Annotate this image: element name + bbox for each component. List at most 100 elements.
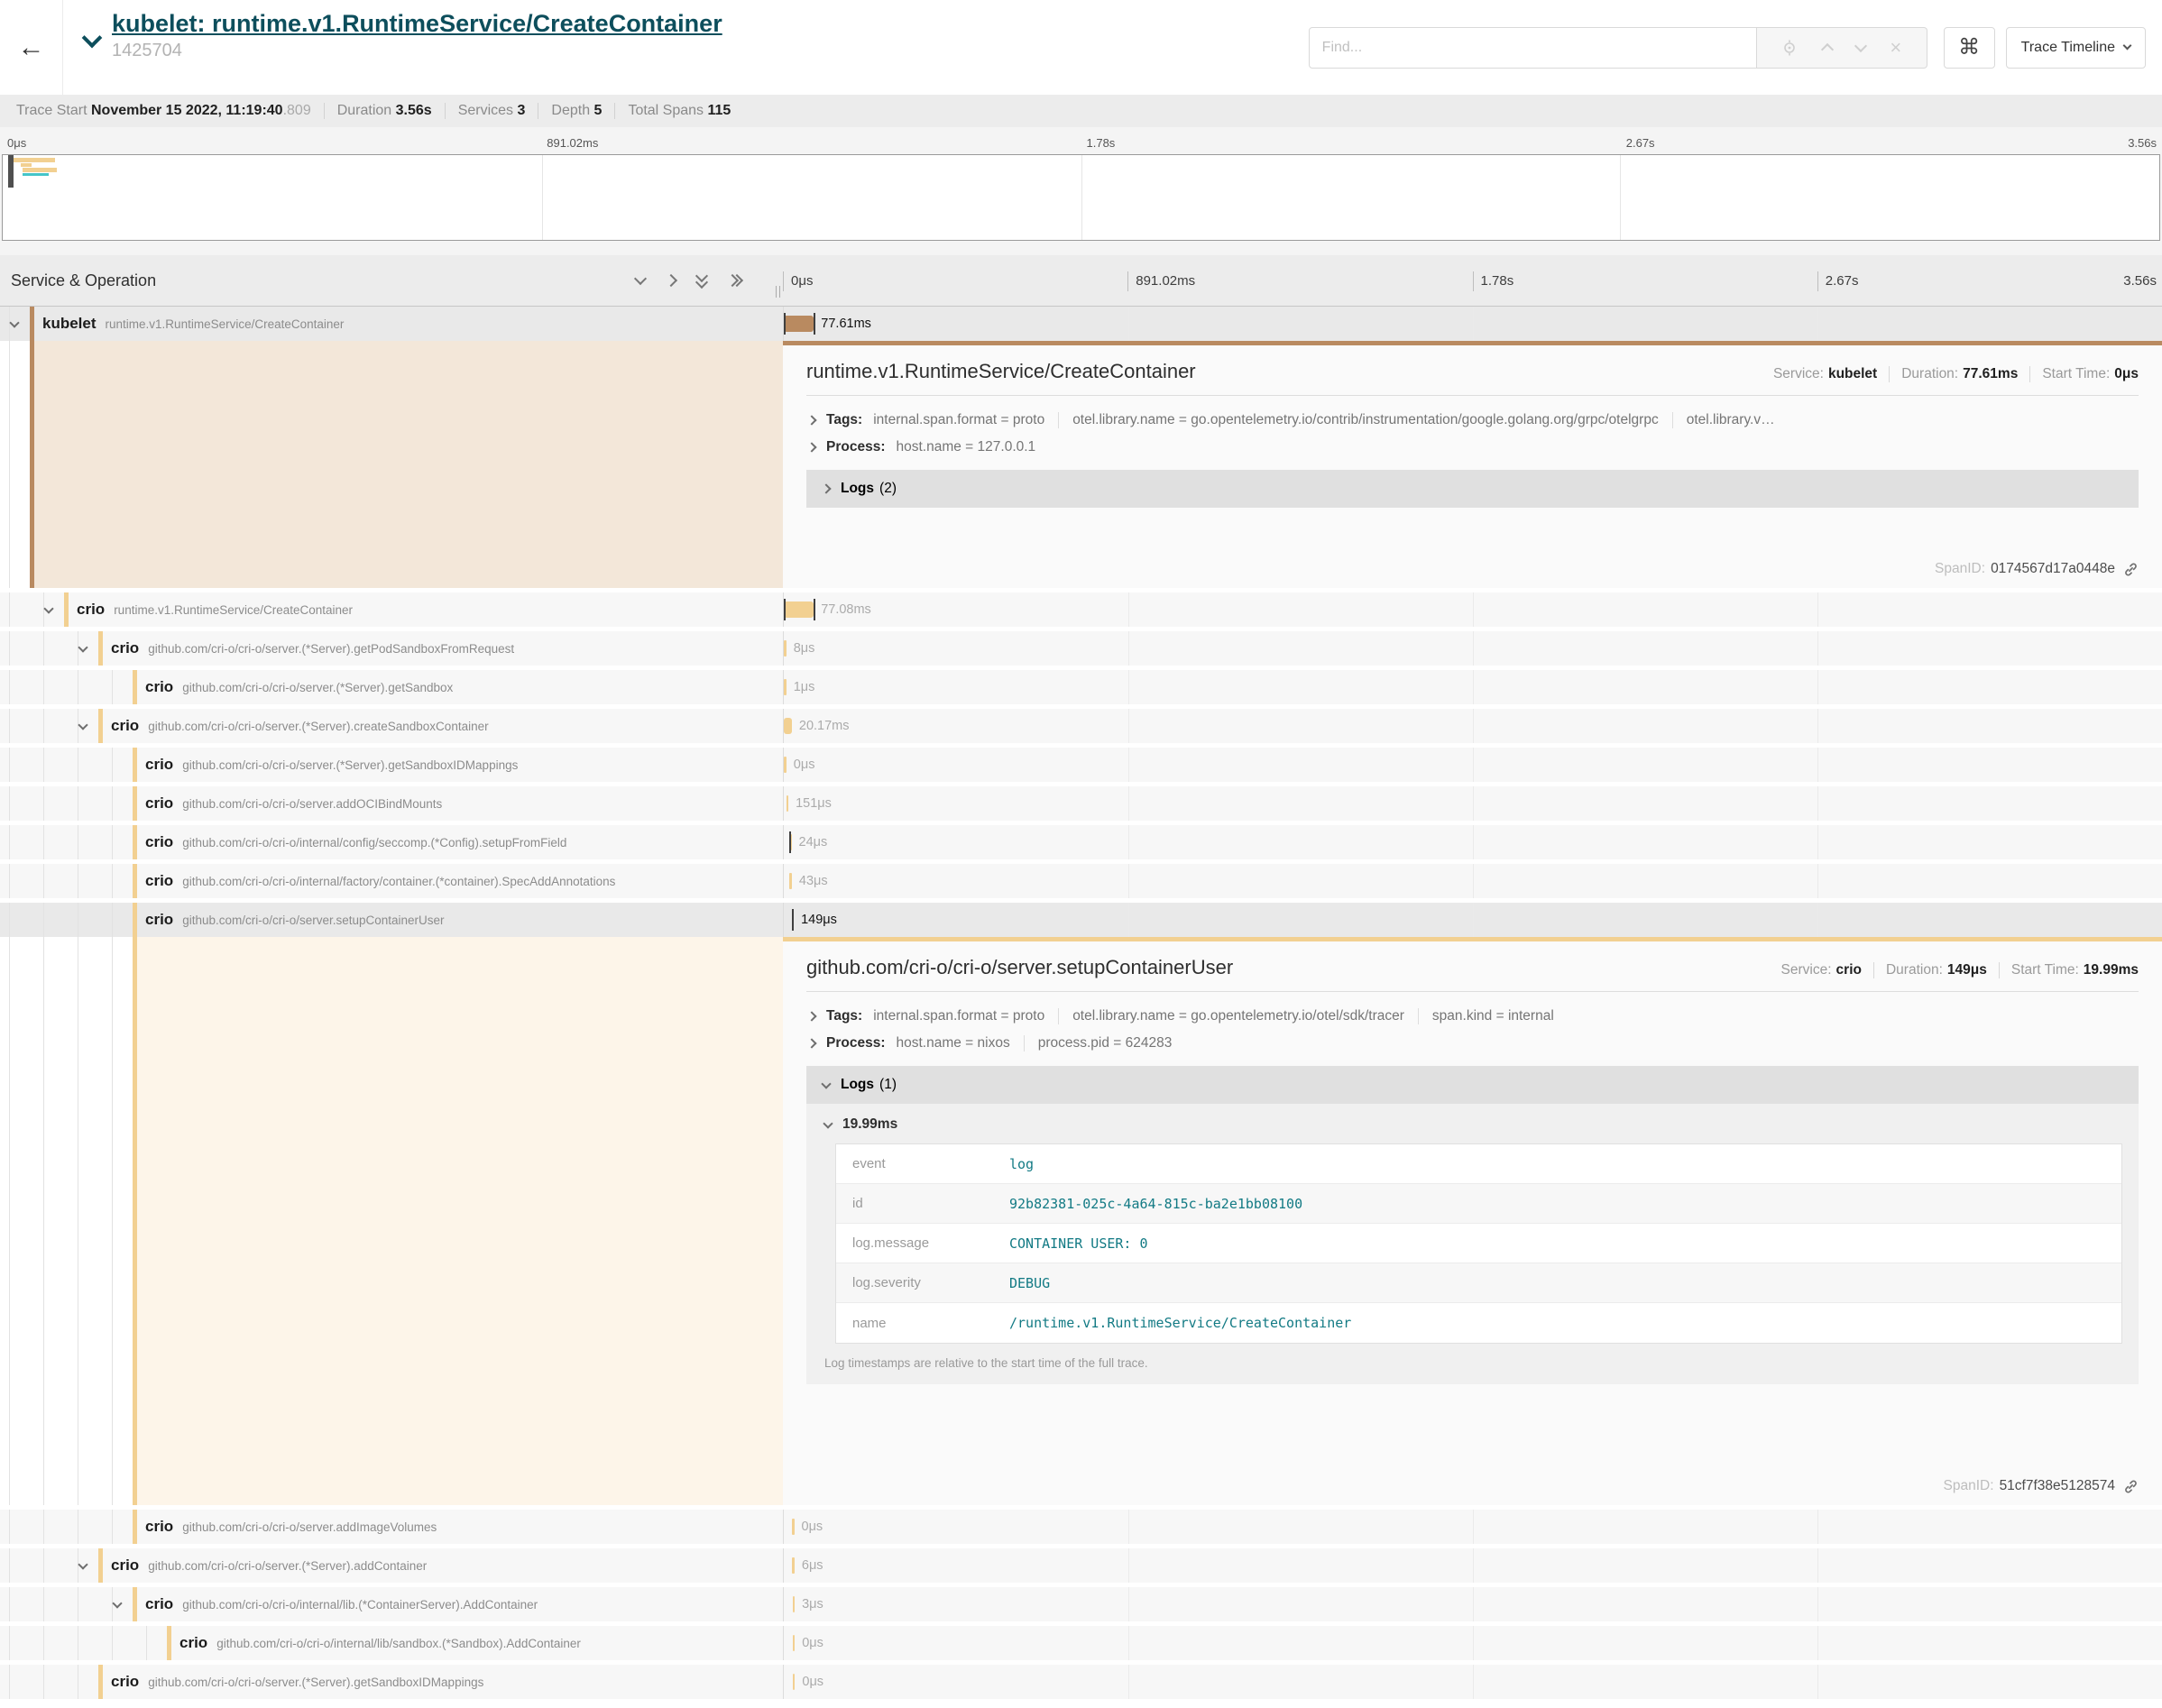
tags-row[interactable]: Tags:internal.span.format = protootel.li… [806, 1008, 2139, 1024]
span-timeline-cell[interactable]: 77.61ms [783, 307, 2162, 341]
collapse-all-icon[interactable] [697, 271, 706, 290]
span-row[interactable]: criogithub.com/cri-o/cri-o/internal/fact… [0, 864, 2162, 898]
minimap-canvas[interactable] [2, 154, 2160, 241]
span-name-cell[interactable]: criogithub.com/cri-o/cri-o/server.(*Serv… [0, 631, 783, 666]
span-name-cell[interactable]: criogithub.com/cri-o/cri-o/server.(*Serv… [0, 709, 783, 743]
key-value-item[interactable]: span.kind = internal [1418, 1008, 1568, 1024]
span-name-cell[interactable]: criogithub.com/cri-o/cri-o/server.(*Serv… [0, 1548, 783, 1583]
span-timeline-cell[interactable]: 24μs [783, 825, 2162, 859]
find-prev-icon[interactable] [1823, 41, 1832, 54]
span-name-cell[interactable]: criogithub.com/cri-o/cri-o/server.(*Serv… [0, 1665, 783, 1699]
span-duration-bar[interactable] [784, 316, 814, 332]
key-value-item[interactable]: internal.span.format = proto [873, 1008, 1058, 1024]
key-value-item[interactable]: otel.library.name = go.opentelemetry.io/… [1058, 1008, 1418, 1024]
span-timeline-cell[interactable]: 0μs [783, 748, 2162, 782]
span-name-cell[interactable]: criogithub.com/cri-o/cri-o/server.(*Serv… [0, 748, 783, 782]
span-row[interactable]: criogithub.com/cri-o/cri-o/server.(*Serv… [0, 709, 2162, 743]
keyboard-shortcuts-button[interactable]: ⌘ [1944, 27, 1995, 69]
span-timeline-cell[interactable]: 151μs [783, 786, 2162, 821]
collapse-trace-header-icon[interactable] [82, 28, 103, 49]
span-timeline-cell[interactable]: 77.08ms [783, 592, 2162, 627]
span-timeline-cell[interactable]: 1μs [783, 670, 2162, 704]
expand-chevron-icon[interactable] [78, 720, 87, 730]
span-row[interactable]: criogithub.com/cri-o/cri-o/server.(*Serv… [0, 631, 2162, 666]
span-timeline-cell[interactable]: 0μs [783, 1510, 2162, 1544]
span-timeline-cell[interactable]: 149μs [783, 903, 2162, 937]
expand-chevron-icon[interactable] [112, 1598, 122, 1608]
span-duration-bar[interactable] [793, 1674, 796, 1690]
span-row[interactable]: criogithub.com/cri-o/cri-o/internal/lib/… [0, 1626, 2162, 1660]
span-row[interactable]: criogithub.com/cri-o/cri-o/internal/lib.… [0, 1587, 2162, 1621]
process-label: Process: [826, 1035, 885, 1051]
expand-chevron-icon[interactable] [78, 642, 87, 652]
key-value-item[interactable]: host.name = 127.0.0.1 [896, 439, 1049, 455]
span-name-cell[interactable]: criogithub.com/cri-o/cri-o/server.addOCI… [0, 786, 783, 821]
collapse-one-icon[interactable] [636, 274, 645, 287]
span-row[interactable]: kubeletruntime.v1.RuntimeService/CreateC… [0, 307, 2162, 341]
span-row[interactable]: criogithub.com/cri-o/cri-o/internal/conf… [0, 825, 2162, 859]
span-row[interactable]: criogithub.com/cri-o/cri-o/server.addIma… [0, 1510, 2162, 1544]
trace-view-selector[interactable]: Trace Timeline [2006, 27, 2146, 69]
span-timeline-cell[interactable]: 20.17ms [783, 709, 2162, 743]
locate-icon[interactable] [1781, 40, 1798, 56]
span-row[interactable]: criogithub.com/cri-o/cri-o/server.addOCI… [0, 786, 2162, 821]
link-icon[interactable] [2123, 562, 2139, 577]
span-timeline-cell[interactable]: 8μs [783, 631, 2162, 666]
span-name-cell[interactable]: criogithub.com/cri-o/cri-o/server.addIma… [0, 1510, 783, 1544]
span-row[interactable]: crioruntime.v1.RuntimeService/CreateCont… [0, 592, 2162, 627]
span-duration-bar[interactable] [789, 873, 792, 889]
span-name-cell[interactable]: criogithub.com/cri-o/cri-o/server.setupC… [0, 903, 783, 937]
span-name-cell[interactable]: crioruntime.v1.RuntimeService/CreateCont… [0, 592, 783, 627]
process-row[interactable]: Process:host.name = 127.0.0.1 [806, 439, 2139, 455]
span-duration-bar[interactable] [792, 1519, 795, 1535]
span-row[interactable]: criogithub.com/cri-o/cri-o/server.(*Serv… [0, 670, 2162, 704]
span-duration-bar[interactable] [793, 1596, 796, 1612]
span-name-cell[interactable]: criogithub.com/cri-o/cri-o/internal/lib/… [0, 1626, 783, 1660]
logs-accordion[interactable]: Logs(1) [806, 1066, 2139, 1104]
column-resizer[interactable] [776, 286, 780, 298]
span-duration-bar[interactable] [784, 601, 814, 618]
minimap-scrubber[interactable] [8, 155, 14, 188]
span-row[interactable]: criogithub.com/cri-o/cri-o/server.(*Serv… [0, 748, 2162, 782]
link-icon[interactable] [2123, 1479, 2139, 1494]
span-name-cell[interactable]: criogithub.com/cri-o/cri-o/internal/conf… [0, 825, 783, 859]
span-timeline-cell[interactable]: 6μs [783, 1548, 2162, 1583]
expand-chevron-icon[interactable] [78, 1559, 87, 1569]
span-row[interactable]: criogithub.com/cri-o/cri-o/server.(*Serv… [0, 1548, 2162, 1583]
span-duration-bar[interactable] [784, 718, 792, 734]
expand-all-icon[interactable] [728, 276, 741, 285]
find-input[interactable] [1309, 27, 1757, 69]
span-row[interactable]: criogithub.com/cri-o/cri-o/server.setupC… [0, 903, 2162, 937]
key-value-item[interactable]: otel.library.v… [1672, 412, 1789, 428]
key-value-item[interactable]: host.name = nixos [896, 1035, 1023, 1051]
span-name-cell[interactable]: criogithub.com/cri-o/cri-o/internal/fact… [0, 864, 783, 898]
span-name-cell[interactable]: criogithub.com/cri-o/cri-o/server.(*Serv… [0, 670, 783, 704]
key-value-item[interactable]: process.pid = 624283 [1024, 1035, 1186, 1051]
tags-row[interactable]: Tags:internal.span.format = protootel.li… [806, 412, 2139, 428]
key-value-item[interactable]: internal.span.format = proto [873, 412, 1058, 428]
trace-title-link[interactable]: kubelet: runtime.v1.RuntimeService/Creat… [112, 9, 722, 38]
span-timeline-cell[interactable]: 0μs [783, 1626, 2162, 1660]
clear-find-icon[interactable]: × [1890, 36, 1901, 60]
span-duration-bar[interactable] [784, 640, 787, 657]
span-row[interactable]: criogithub.com/cri-o/cri-o/server.(*Serv… [0, 1665, 2162, 1699]
process-row[interactable]: Process: host.name = nixosprocess.pid = 6… [806, 1035, 2139, 1051]
logs-accordion[interactable]: Logs(2) [806, 470, 2139, 508]
span-timeline-cell[interactable]: 0μs [783, 1665, 2162, 1699]
key-value-item[interactable]: otel.library.name = go.opentelemetry.io/… [1058, 412, 1672, 428]
expand-chevron-icon[interactable] [9, 317, 19, 327]
back-button[interactable]: ← [0, 0, 63, 95]
span-name-cell[interactable]: kubeletruntime.v1.RuntimeService/CreateC… [0, 307, 783, 341]
span-duration-bar[interactable] [787, 795, 789, 812]
find-next-icon[interactable] [1856, 41, 1865, 54]
span-timeline-cell[interactable]: 3μs [783, 1587, 2162, 1621]
span-duration-bar[interactable] [784, 679, 787, 695]
span-name-cell[interactable]: criogithub.com/cri-o/cri-o/internal/lib.… [0, 1587, 783, 1621]
span-duration-bar[interactable] [793, 1635, 796, 1651]
span-timeline-cell[interactable]: 43μs [783, 864, 2162, 898]
log-entry-header[interactable]: 19.99ms [823, 1116, 2122, 1133]
span-duration-bar[interactable] [792, 1557, 795, 1574]
span-duration-bar[interactable] [784, 757, 787, 773]
expand-chevron-icon[interactable] [43, 603, 53, 613]
expand-one-icon[interactable] [667, 276, 676, 285]
